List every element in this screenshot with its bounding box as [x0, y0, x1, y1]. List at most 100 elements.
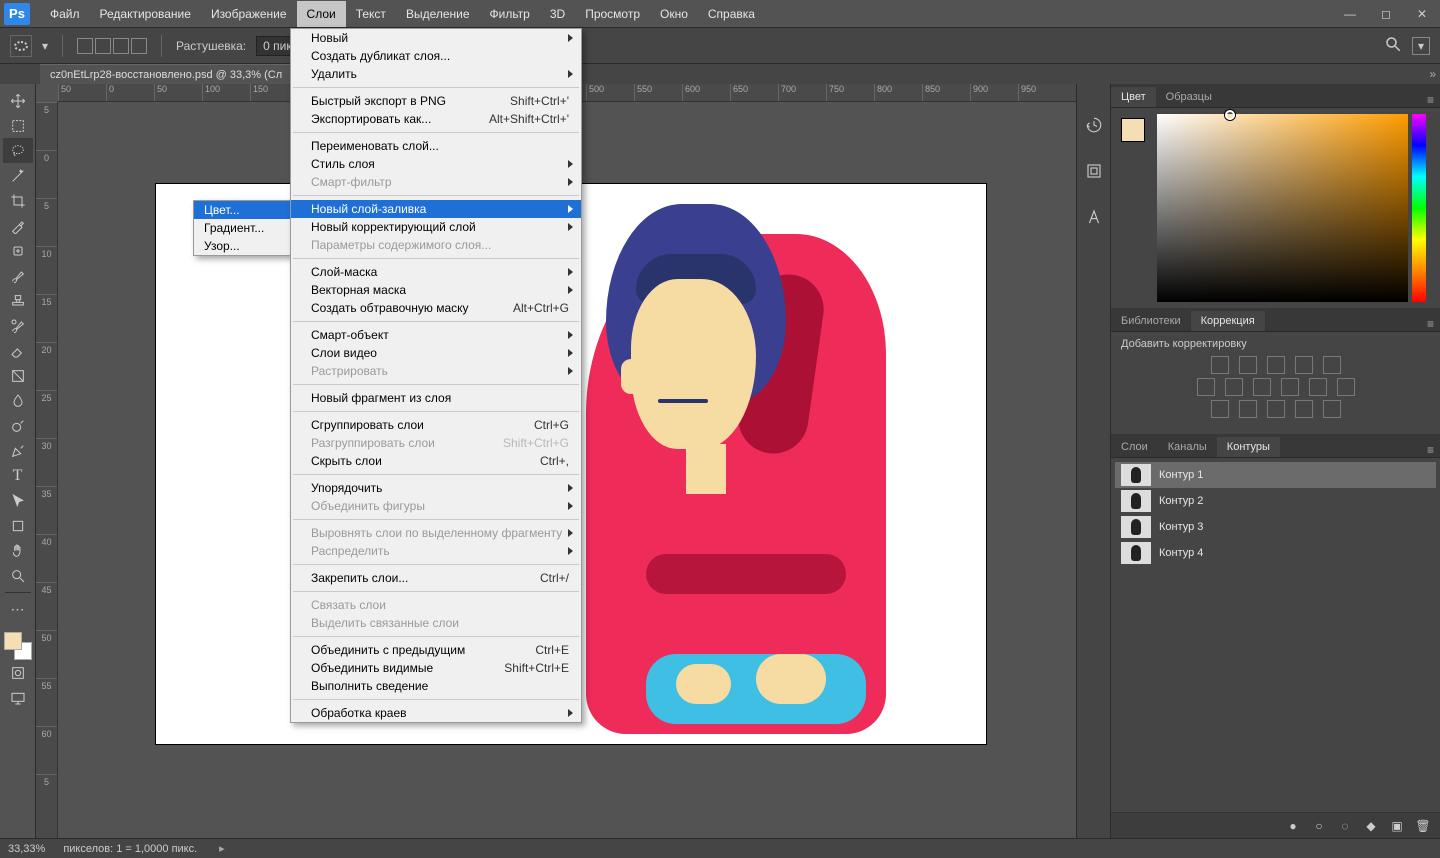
color-swatch-current[interactable] — [1121, 118, 1145, 142]
tool-blur[interactable] — [3, 388, 33, 413]
menu-3d[interactable]: 3D — [540, 1, 575, 27]
tool-hand[interactable] — [3, 538, 33, 563]
tab-libraries[interactable]: Библиотеки — [1111, 311, 1191, 331]
tool-quick-mask[interactable] — [3, 660, 33, 685]
menu-item[interactable]: Быстрый экспорт в PNGShift+Ctrl+' — [291, 92, 581, 110]
workspace-menu[interactable]: ▾ — [1412, 37, 1430, 55]
tool-history-brush[interactable] — [3, 313, 33, 338]
maximize-button[interactable]: ◻ — [1368, 0, 1404, 28]
dock-properties-icon[interactable] — [1081, 158, 1107, 184]
status-info-arrow[interactable]: ▸ — [219, 842, 225, 855]
path-delete-icon[interactable]: 🗑 — [1416, 819, 1430, 833]
menu-item[interactable]: Цвет... — [194, 201, 290, 219]
adj-balance-icon[interactable] — [1225, 378, 1243, 396]
tool-shape[interactable] — [3, 513, 33, 538]
menu-item[interactable]: Сгруппировать слоиCtrl+G — [291, 416, 581, 434]
adj-threshold-icon[interactable] — [1267, 400, 1285, 418]
color-field[interactable] — [1157, 114, 1408, 302]
menu-редактирование[interactable]: Редактирование — [90, 1, 201, 27]
color-swatches[interactable] — [4, 632, 32, 660]
path-row[interactable]: Контур 2 — [1115, 488, 1436, 514]
panel-menu-icon[interactable]: ≡ — [1427, 93, 1434, 107]
adj-posterize-icon[interactable] — [1239, 400, 1257, 418]
menu-фильтр[interactable]: Фильтр — [480, 1, 540, 27]
path-row[interactable]: Контур 3 — [1115, 514, 1436, 540]
select-new-icon[interactable] — [77, 38, 93, 54]
path-row[interactable]: Контур 1 — [1115, 462, 1436, 488]
menu-изображение[interactable]: Изображение — [201, 1, 297, 27]
adj-exposure-icon[interactable] — [1295, 356, 1313, 374]
dock-character-icon[interactable] — [1081, 204, 1107, 230]
menu-item[interactable]: Новый корректирующий слой — [291, 218, 581, 236]
tool-stamp[interactable] — [3, 288, 33, 313]
panel-menu-icon[interactable]: ≡ — [1427, 317, 1434, 331]
tab-paths[interactable]: Контуры — [1217, 437, 1280, 457]
tool-eraser[interactable] — [3, 338, 33, 363]
menu-item[interactable]: Стиль слоя — [291, 155, 581, 173]
menu-item[interactable]: Новый фрагмент из слоя — [291, 389, 581, 407]
adj-brightness-icon[interactable] — [1211, 356, 1229, 374]
selection-mode-buttons[interactable] — [77, 38, 147, 54]
tool-brush[interactable] — [3, 263, 33, 288]
dock-history-icon[interactable] — [1081, 112, 1107, 138]
color-cursor[interactable] — [1225, 110, 1235, 120]
tab-channels[interactable]: Каналы — [1158, 437, 1217, 457]
adj-mixer-icon[interactable] — [1309, 378, 1327, 396]
menu-просмотр[interactable]: Просмотр — [575, 1, 650, 27]
menu-item[interactable]: Выполнить сведение — [291, 677, 581, 695]
menu-item[interactable]: Скрыть слоиCtrl+, — [291, 452, 581, 470]
tool-wand[interactable] — [3, 163, 33, 188]
menu-выделение[interactable]: Выделение — [396, 1, 480, 27]
adj-vibrance-icon[interactable] — [1323, 356, 1341, 374]
menu-item[interactable]: Объединить с предыдущимCtrl+E — [291, 641, 581, 659]
adj-photo-filter-icon[interactable] — [1281, 378, 1299, 396]
foreground-swatch[interactable] — [4, 632, 22, 650]
search-icon[interactable] — [1384, 35, 1402, 56]
path-mask-icon[interactable]: ◆ — [1364, 819, 1378, 833]
menu-item[interactable]: Создать обтравочную маскуAlt+Ctrl+G — [291, 299, 581, 317]
tool-path-select[interactable] — [3, 488, 33, 513]
tab-color[interactable]: Цвет — [1111, 87, 1156, 107]
adj-bw-icon[interactable] — [1253, 378, 1271, 396]
menu-окно[interactable]: Окно — [650, 1, 698, 27]
adj-lookup-icon[interactable] — [1337, 378, 1355, 396]
menu-текст[interactable]: Текст — [346, 1, 396, 27]
adj-selective-icon[interactable] — [1323, 400, 1341, 418]
minimize-button[interactable]: — — [1332, 0, 1368, 28]
adj-curves-icon[interactable] — [1267, 356, 1285, 374]
menu-item[interactable]: Узор... — [194, 237, 290, 255]
tool-type[interactable]: T — [3, 463, 33, 488]
menu-справка[interactable]: Справка — [698, 1, 765, 27]
menu-слои[interactable]: Слои — [297, 1, 346, 27]
path-stroke-icon[interactable]: ○ — [1312, 819, 1326, 833]
menu-файл[interactable]: Файл — [40, 1, 90, 27]
menu-item[interactable]: Создать дубликат слоя... — [291, 47, 581, 65]
tool-crop[interactable] — [3, 188, 33, 213]
current-tool-preset[interactable] — [10, 35, 32, 57]
select-add-icon[interactable] — [95, 38, 111, 54]
tab-layers[interactable]: Слои — [1111, 437, 1158, 457]
menu-item[interactable]: Слой-маска — [291, 263, 581, 281]
tool-move[interactable] — [3, 88, 33, 113]
menu-item[interactable]: Закрепить слои...Ctrl+/ — [291, 569, 581, 587]
path-selection-icon[interactable]: ◌ — [1338, 819, 1352, 833]
tool-pen[interactable] — [3, 438, 33, 463]
document-tab[interactable]: cz0nEtLrp28-восстановлено.psd @ 33,3% (С… — [40, 64, 292, 84]
path-fill-icon[interactable]: ● — [1286, 819, 1300, 833]
tab-overflow-button[interactable]: » — [1429, 67, 1436, 81]
menu-item[interactable]: Упорядочить — [291, 479, 581, 497]
close-button[interactable]: ✕ — [1404, 0, 1440, 28]
menu-item[interactable]: Обработка краев — [291, 704, 581, 722]
path-new-icon[interactable]: ▣ — [1390, 819, 1404, 833]
path-row[interactable]: Контур 4 — [1115, 540, 1436, 566]
status-zoom[interactable]: 33,33% — [8, 843, 45, 855]
tool-eyedropper[interactable] — [3, 213, 33, 238]
menu-item[interactable]: Объединить видимыеShift+Ctrl+E — [291, 659, 581, 677]
tool-heal[interactable] — [3, 238, 33, 263]
menu-item[interactable]: Удалить — [291, 65, 581, 83]
adj-levels-icon[interactable] — [1239, 356, 1257, 374]
menu-item[interactable]: Новый слой-заливка — [291, 200, 581, 218]
menu-item[interactable]: Экспортировать как...Alt+Shift+Ctrl+' — [291, 110, 581, 128]
hue-slider[interactable] — [1412, 114, 1426, 302]
adj-hue-icon[interactable] — [1197, 378, 1215, 396]
